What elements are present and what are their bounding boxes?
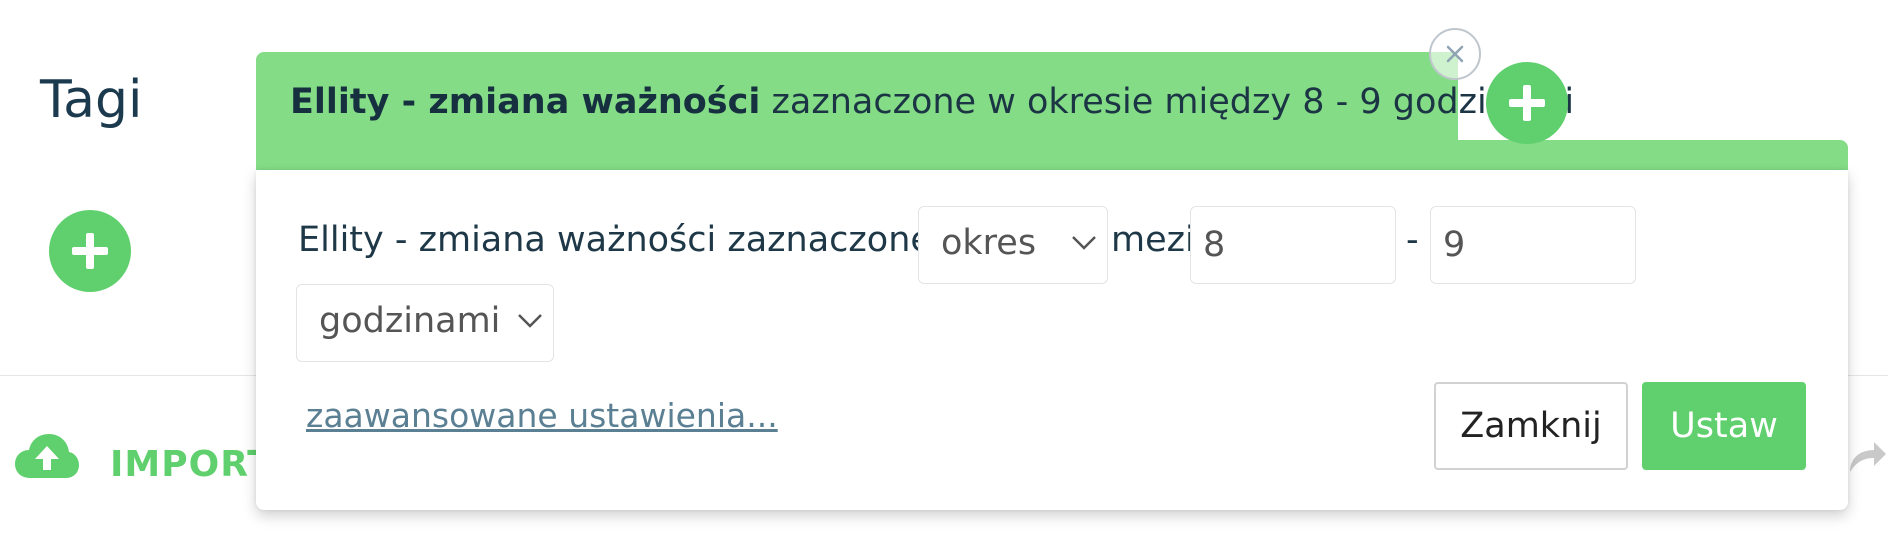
time-range-popover: Ellity - zmiana ważności zaznaczone w ok… [256,28,1848,510]
popover-title-strong: Ellity - zmiana ważności [290,82,761,122]
range-from-input[interactable] [1190,206,1396,284]
add-tag-button[interactable] [49,210,131,292]
close-popover-button[interactable] [1429,28,1481,80]
chevron-down-icon [1072,236,1096,250]
add-condition-button[interactable] [1486,62,1568,144]
import-link[interactable]: IMPORT [110,444,273,485]
period-select-value: okres [941,223,1037,263]
popover-header: Ellity - zmiana ważności zaznaczone w ok… [256,52,1574,170]
page: Tagi IMPORT Ellity - zmiana ważności zaz… [0,0,1888,560]
plus-icon [1509,85,1545,121]
condition-sentence: Ellity - zmiana ważności zaznaczone w [298,220,972,260]
set-button[interactable]: Ustaw [1642,382,1806,470]
unit-select[interactable]: godzinami [296,284,554,362]
close-button[interactable]: Zamknij [1434,382,1628,470]
popover-title: Ellity - zmiana ważności zaznaczone w ok… [290,82,1574,122]
popover-body: Ellity - zmiana ważności zaznaczone w ok… [256,170,1848,510]
share-arrow-icon[interactable] [1846,436,1888,480]
advanced-settings-link[interactable]: zaawansowane ustawienia... [306,396,778,435]
unit-select-value: godzinami [319,301,501,341]
plus-icon [72,233,108,269]
range-dash: - [1406,220,1419,260]
between-label: mezi [1111,220,1195,260]
cloud-upload-icon[interactable] [14,432,80,486]
chevron-down-icon [518,314,542,328]
popover-title-rest: zaznaczone w okresie między 8 - 9 godzin… [760,82,1575,122]
range-to-input[interactable] [1430,206,1636,284]
period-select[interactable]: okres [918,206,1108,284]
page-title: Tagi [40,70,143,130]
close-icon [1446,45,1464,63]
